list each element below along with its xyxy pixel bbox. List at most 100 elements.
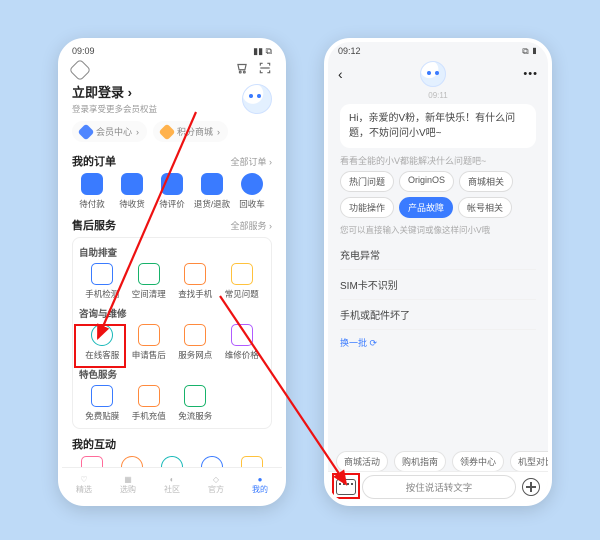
status-time: 09:09 <box>72 46 95 57</box>
diamond-icon: ◇ <box>213 475 219 484</box>
nav-shop[interactable]: ▦选购 <box>106 468 150 502</box>
after-sales-card: 自助排查 手机检测 空间清理 查找手机 常见问题 咨询与维修 在线客服 申请售后… <box>72 237 272 429</box>
refund-icon <box>201 173 223 195</box>
nav-home[interactable]: ♡精选 <box>62 468 106 502</box>
store-icon <box>184 324 206 346</box>
orders-title: 我的订单 <box>72 153 116 169</box>
coin-icon <box>159 123 176 140</box>
sugg-1[interactable]: 商城活动 <box>336 451 388 472</box>
q-sim[interactable]: SIM卡不识别 <box>340 270 536 300</box>
self-faq[interactable]: 常见问题 <box>219 263 266 300</box>
input-hint: 您可以直接输入关键词或像这样问小V哦 <box>340 224 536 236</box>
status-icons: ▮▮ ⧉ <box>253 46 272 57</box>
special-dataless[interactable]: 免流服务 <box>172 385 219 422</box>
q-broken[interactable]: 手机或配件坏了 <box>340 300 536 330</box>
form-icon <box>138 324 160 346</box>
orders-row: 待付款 待收货 待评价 退货/退款 回收车 <box>72 173 272 210</box>
chat-icon <box>161 173 183 195</box>
grid-icon: ▦ <box>124 475 132 484</box>
tag-originos[interactable]: OriginOS <box>399 171 454 192</box>
tag-mall[interactable]: 商城相关 <box>459 171 513 192</box>
settings-icon[interactable] <box>72 62 88 78</box>
group-consult: 咨询与维修 <box>79 306 265 320</box>
q-charge[interactable]: 充电异常 <box>340 240 536 270</box>
faq-icon <box>231 263 253 285</box>
phone-check-icon <box>91 263 113 285</box>
status-icons: ⧉ ▮ <box>522 46 538 57</box>
tag-row: 热门问题 OriginOS 商城相关 功能操作 产品故障 帐号相关 <box>340 171 536 218</box>
phone-left: 09:09 ▮▮ ⧉ 立即登录 › 登录享受更多会员权益 会员中心› 积分商城›… <box>58 38 286 506</box>
nav-community[interactable]: ◐社区 <box>150 468 194 502</box>
chat-topbar: ‹ ••• <box>328 59 548 89</box>
status-bar: 09:09 ▮▮ ⧉ <box>62 42 282 59</box>
refresh-link[interactable]: 换一批 ⟳ <box>340 336 536 349</box>
login-row[interactable]: 立即登录 › 登录享受更多会员权益 <box>62 82 282 115</box>
more-button[interactable]: ••• <box>523 68 538 80</box>
bottom-nav: ♡精选 ▦选购 ◐社区 ◇官方 ●我的 <box>62 467 282 502</box>
status-time: 09:12 <box>338 46 361 57</box>
recycle-icon <box>241 173 263 195</box>
group-special: 特色服务 <box>79 367 265 381</box>
consult-store[interactable]: 服务网点 <box>172 324 219 361</box>
sugg-3[interactable]: 领券中心 <box>452 451 504 472</box>
bot-avatar <box>420 61 446 87</box>
chevron-right-icon: › <box>124 85 132 100</box>
diamond-icon <box>78 123 95 140</box>
order-pending-receive[interactable]: 待收货 <box>112 173 152 210</box>
tag-hot[interactable]: 热门问题 <box>340 171 394 192</box>
after-all-link[interactable]: 全部服务 › <box>230 219 272 232</box>
nav-official[interactable]: ◇官方 <box>194 468 238 502</box>
login-title: 立即登录 <box>72 85 124 100</box>
chat-bubble-greeting: Hi，亲爱的V粉，新年快乐！有什么问题，不妨问问小V吧~ <box>340 104 536 148</box>
chip-member[interactable]: 会员中心› <box>72 121 147 142</box>
order-refund[interactable]: 退货/退款 <box>192 173 232 210</box>
consult-online[interactable]: 在线客服 <box>79 324 126 361</box>
recharge-icon <box>138 385 160 407</box>
film-icon <box>91 385 113 407</box>
keyboard-icon[interactable] <box>336 479 356 495</box>
tag-fault[interactable]: 产品故障 <box>399 197 453 218</box>
chevron-right-icon: › <box>136 127 139 137</box>
consult-apply[interactable]: 申请售后 <box>126 324 173 361</box>
plus-button[interactable] <box>522 478 540 496</box>
chat-timestamp: 09:11 <box>328 91 548 100</box>
self-check[interactable]: 手机检测 <box>79 263 126 300</box>
back-button[interactable]: ‹ <box>338 66 343 82</box>
person-icon: ● <box>258 475 263 484</box>
status-bar: 09:12 ⧉ ▮ <box>328 42 548 59</box>
question-list: 充电异常 SIM卡不识别 手机或配件坏了 <box>340 240 536 330</box>
order-pending-review[interactable]: 待评价 <box>152 173 192 210</box>
wallet-icon <box>81 173 103 195</box>
globe-icon: ◐ <box>170 475 175 484</box>
sugg-4[interactable]: 机型对比 <box>510 451 548 472</box>
avatar[interactable] <box>242 84 272 114</box>
input-bar: 按住说话转文字 <box>328 471 548 502</box>
chip-points[interactable]: 积分商城› <box>153 121 228 142</box>
broom-icon <box>138 263 160 285</box>
orders-all-link[interactable]: 全部订单 › <box>230 155 272 168</box>
tag-function[interactable]: 功能操作 <box>340 197 394 218</box>
group-self: 自助排查 <box>79 245 265 259</box>
chevron-right-icon: › <box>217 127 220 137</box>
voice-input[interactable]: 按住说话转文字 <box>362 475 516 499</box>
consult-price[interactable]: 维修价格 <box>219 324 266 361</box>
login-sub: 登录享受更多会员权益 <box>72 103 157 115</box>
phone-right: 09:12 ⧉ ▮ ‹ ••• 09:11 Hi，亲爱的V粉，新年快乐！有什么问… <box>324 38 552 506</box>
scan-icon[interactable] <box>258 61 272 75</box>
self-clean[interactable]: 空间清理 <box>126 263 173 300</box>
special-film[interactable]: 免费贴膜 <box>79 385 126 422</box>
order-recycle[interactable]: 回收车 <box>232 173 272 210</box>
self-find[interactable]: 查找手机 <box>172 263 219 300</box>
order-pending-pay[interactable]: 待付款 <box>72 173 112 210</box>
topbar <box>62 59 282 82</box>
nav-mine[interactable]: ●我的 <box>238 468 282 502</box>
after-title: 售后服务 <box>72 217 116 233</box>
suggestion-row: 商城活动 购机指南 领券中心 机型对比 以 <box>328 451 548 472</box>
heart-icon: ♡ <box>80 475 87 484</box>
box-icon <box>121 173 143 195</box>
sugg-2[interactable]: 购机指南 <box>394 451 446 472</box>
cart-icon[interactable] <box>235 61 249 75</box>
tag-account[interactable]: 帐号相关 <box>458 197 512 218</box>
price-icon <box>231 324 253 346</box>
special-recharge[interactable]: 手机充值 <box>126 385 173 422</box>
